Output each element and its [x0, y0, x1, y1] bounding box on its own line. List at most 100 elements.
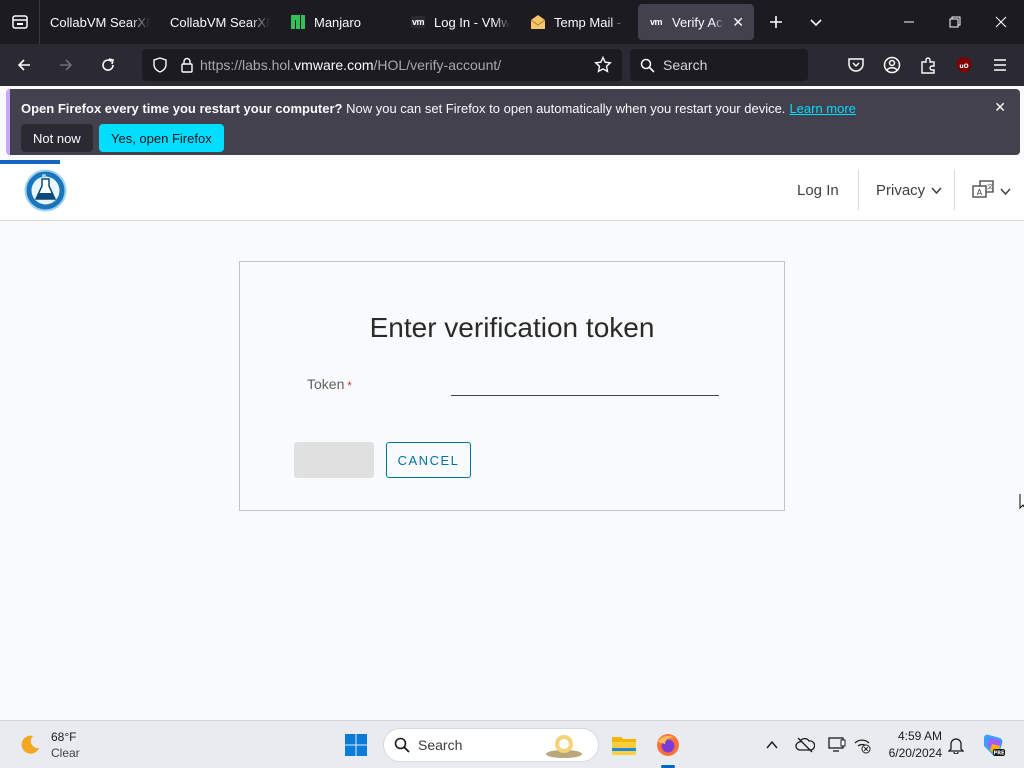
extensions-icon[interactable] [917, 54, 939, 76]
new-tab-button[interactable] [756, 0, 796, 44]
search-icon [640, 58, 655, 73]
svg-text:文: 文 [987, 183, 993, 191]
search-placeholder: Search [663, 57, 708, 73]
restore-icon [949, 16, 961, 28]
close-window-button[interactable] [978, 0, 1024, 44]
chevron-down-icon [1000, 187, 1011, 195]
tab-title: Verify Account [672, 14, 724, 30]
onedrive-offline-icon[interactable] [795, 735, 815, 755]
tab-verify-account[interactable]: vm Verify Account ✕ [638, 4, 754, 40]
pocket-icon[interactable] [845, 54, 867, 76]
restore-button[interactable] [932, 0, 978, 44]
token-input[interactable] [451, 374, 719, 396]
back-button[interactable] [6, 49, 42, 81]
navigation-toolbar: https://labs.hol.vmware.com/HOL/verify-a… [0, 44, 1024, 86]
divider [858, 170, 859, 210]
forward-button[interactable] [48, 49, 84, 81]
tab-collabvm-1[interactable]: CollabVM SearXNG [40, 4, 160, 40]
taskbar: 68°F Clear Search 4:59 AM 6/20/2024 PRE [0, 720, 1024, 768]
tab-collabvm-2[interactable]: CollabVM SearXNG [160, 4, 280, 40]
reload-button[interactable] [90, 49, 126, 81]
chevron-down-icon [810, 19, 822, 27]
vmware-icon: vm [648, 16, 663, 28]
copilot-icon[interactable]: PRE [977, 729, 1009, 761]
mail-icon [530, 14, 546, 30]
url-prefix: https://labs.hol. [200, 57, 295, 73]
clock-date[interactable]: 6/20/2024 [876, 746, 942, 760]
arrow-left-icon [17, 59, 30, 71]
firefox-taskbar-icon[interactable] [652, 729, 684, 761]
taskbar-search[interactable]: Search [383, 728, 599, 762]
language-menu[interactable]: A文 [972, 180, 1011, 202]
notification-text: Now you can set Firefox to open automati… [342, 101, 786, 116]
plus-icon [770, 16, 782, 28]
shield-icon[interactable] [152, 57, 168, 73]
cancel-button[interactable]: CANCEL [386, 442, 471, 478]
tab-title: Temp Mail - Temp [554, 14, 624, 30]
page-load-progress [0, 160, 60, 164]
url-host: vmware.com [294, 57, 374, 73]
tab-temp-mail[interactable]: Temp Mail - Temp [520, 4, 634, 40]
chevron-down-icon [931, 187, 942, 195]
file-explorer-icon[interactable] [608, 729, 640, 761]
url-text[interactable]: https://labs.hol.vmware.com/HOL/verify-a… [200, 57, 501, 73]
mouse-cursor [1019, 493, 1024, 516]
tab-title: Manjaro [314, 14, 361, 30]
weather-condition[interactable]: Clear [51, 746, 80, 760]
tab-title: CollabVM SearXNG [50, 14, 150, 30]
tab-title: Log In - VMware [434, 14, 510, 30]
learn-more-link[interactable]: Learn more [789, 101, 855, 116]
page-title: Enter verification token [369, 312, 655, 343]
display-icon[interactable] [827, 735, 847, 755]
minimize-icon [904, 21, 914, 23]
address-bar[interactable]: https://labs.hol.vmware.com/HOL/verify-a… [142, 49, 622, 81]
divider [954, 170, 955, 210]
bookmark-star-icon[interactable] [594, 56, 612, 74]
clock-time[interactable]: 4:59 AM [876, 729, 942, 743]
url-path: /HOL/verify-account/ [373, 57, 502, 73]
notification-bell-icon[interactable] [946, 735, 966, 755]
token-label-text: Token [307, 376, 345, 392]
close-icon[interactable]: ✕ [994, 99, 1006, 116]
account-icon[interactable] [881, 54, 903, 76]
tab-strip: CollabVM SearXNG CollabVM SearXNG Manjar… [0, 0, 1024, 44]
lock-icon[interactable] [180, 57, 194, 73]
menu-icon[interactable] [989, 54, 1011, 76]
tab-title: CollabVM SearXNG [170, 14, 270, 30]
notification-title: Open Firefox every time you restart your… [21, 101, 343, 116]
token-label: Token * [307, 376, 352, 392]
windows-logo-icon [345, 734, 367, 756]
reload-icon [102, 58, 114, 71]
ublock-origin-icon[interactable]: uO [953, 54, 975, 76]
weather-temperature[interactable]: 68°F [51, 730, 76, 744]
svg-text:PRE: PRE [994, 751, 1006, 757]
open-firefox-button[interactable]: Yes, open Firefox [99, 124, 224, 152]
privacy-menu[interactable]: Privacy [876, 182, 942, 199]
firefox-view-button[interactable] [0, 0, 40, 44]
required-marker: * [347, 380, 352, 392]
not-now-button[interactable]: Not now [21, 124, 93, 152]
chevron-up-icon[interactable] [762, 735, 782, 755]
search-bar[interactable]: Search [630, 49, 808, 81]
close-icon[interactable]: ✕ [732, 14, 744, 31]
svg-text:A: A [977, 188, 983, 197]
site-header: Log In Privacy A文 [0, 160, 1024, 221]
taskbar-search-placeholder: Search [418, 737, 463, 753]
firefox-view-icon [11, 15, 28, 29]
tab-vmware-login[interactable]: vm Log In - VMware [400, 4, 520, 40]
search-highlight-icon [544, 732, 584, 758]
privacy-label: Privacy [876, 182, 926, 199]
login-link[interactable]: Log In [797, 182, 839, 199]
arrow-right-icon [60, 59, 73, 71]
hands-on-labs-logo[interactable] [24, 169, 67, 212]
manjaro-icon [290, 14, 306, 30]
list-all-tabs-button[interactable] [796, 0, 836, 44]
language-icon: A文 [972, 180, 994, 198]
network-disconnected-icon[interactable] [852, 735, 872, 755]
start-button[interactable] [340, 729, 372, 761]
tab-manjaro[interactable]: Manjaro [280, 4, 400, 40]
weather-moon-icon[interactable] [18, 733, 42, 762]
submit-button[interactable] [294, 442, 374, 478]
search-icon [394, 737, 410, 753]
minimize-button[interactable] [886, 0, 932, 44]
